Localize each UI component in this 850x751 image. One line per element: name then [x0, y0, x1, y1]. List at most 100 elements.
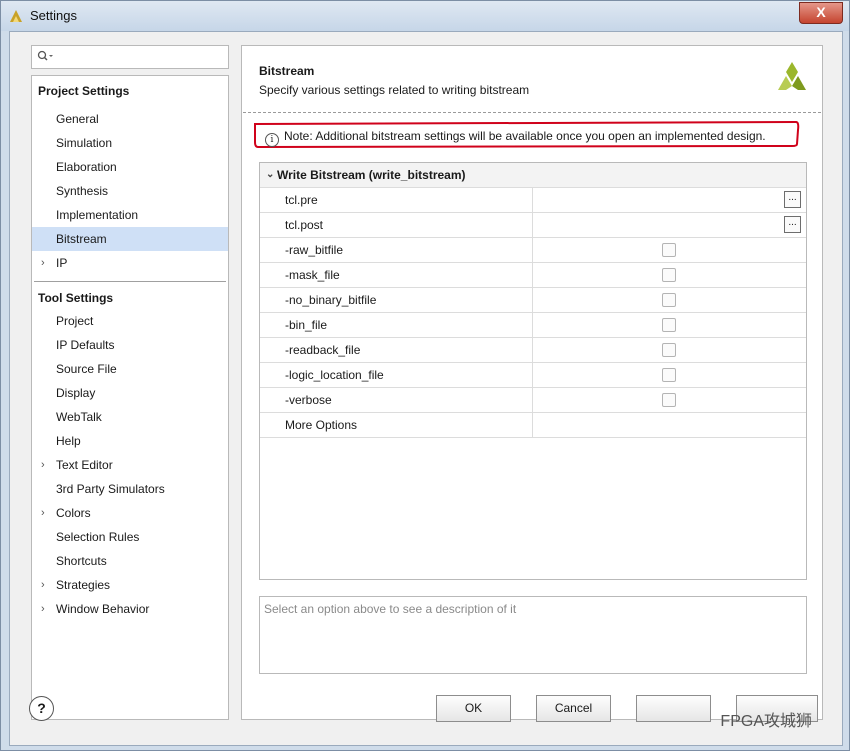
search-icon: [37, 50, 53, 61]
property-checkbox[interactable]: [662, 393, 676, 407]
property-name: tcl.pre: [285, 193, 318, 207]
property-name: -no_binary_bitfile: [285, 293, 377, 307]
property-row[interactable]: tcl.post...: [260, 213, 806, 238]
help-button[interactable]: ?: [29, 696, 54, 721]
cancel-button[interactable]: Cancel: [536, 695, 611, 722]
property-row[interactable]: -no_binary_bitfile: [260, 288, 806, 313]
group-label: Write Bitstream (write_bitstream): [277, 168, 466, 182]
sidebar-item-project[interactable]: Project: [32, 309, 228, 333]
sidebar-item-label: Simulation: [56, 136, 113, 150]
sidebar-item-label: General: [56, 112, 99, 126]
sidebar-item-colors[interactable]: › Colors: [32, 501, 228, 525]
property-name: -raw_bitfile: [285, 243, 344, 257]
property-checkbox[interactable]: [662, 343, 676, 357]
column-divider: [532, 238, 533, 263]
sidebar-item-bitstream[interactable]: Bitstream: [32, 227, 228, 251]
property-row[interactable]: tcl.pre...: [260, 188, 806, 213]
sidebar-item-text-editor[interactable]: › Text Editor: [32, 453, 228, 477]
column-divider: [532, 413, 533, 438]
close-button[interactable]: X: [799, 2, 843, 24]
chevron-right-icon[interactable]: ›: [41, 573, 45, 597]
sidebar-item-label: Strategies: [56, 578, 111, 592]
settings-category-tree: Project Settings General Simulation Elabora…: [31, 75, 229, 720]
apply-button[interactable]: [636, 695, 711, 722]
sidebar-item-label: Shortcuts: [56, 554, 107, 568]
column-divider: [532, 338, 533, 363]
property-name: -bin_file: [285, 318, 328, 332]
sidebar-item-help[interactable]: Help: [32, 429, 228, 453]
chevron-right-icon[interactable]: ›: [41, 251, 45, 275]
description-box: Select an option above to see a descript…: [259, 596, 807, 674]
property-row[interactable]: -bin_file: [260, 313, 806, 338]
implemented-design-note: i Note: Additional bitstream settings wil…: [265, 129, 766, 147]
sidebar-item-simulation[interactable]: Simulation: [32, 131, 228, 155]
sidebar-item-label: IP: [56, 256, 68, 270]
sidebar-item-ip[interactable]: › IP: [32, 251, 228, 275]
sidebar-item-label: Colors: [56, 506, 91, 520]
property-row[interactable]: More Options: [260, 413, 806, 438]
sidebar-item-implementation[interactable]: Implementation: [32, 203, 228, 227]
project-settings-heading: Project Settings: [38, 84, 130, 98]
sidebar-item-shortcuts[interactable]: Shortcuts: [32, 549, 228, 573]
property-row[interactable]: -mask_file: [260, 263, 806, 288]
sidebar-item-source-file[interactable]: Source File: [32, 357, 228, 381]
watermark-text: FPGA攻城狮: [720, 713, 812, 730]
info-icon: i: [265, 133, 279, 147]
sidebar-item-display[interactable]: Display: [32, 381, 228, 405]
chevron-right-icon[interactable]: ›: [41, 453, 45, 477]
sidebar-item-strategies[interactable]: › Strategies: [32, 573, 228, 597]
sidebar-item-ip-defaults[interactable]: IP Defaults: [32, 333, 228, 357]
column-divider: [532, 288, 533, 313]
property-name: -readback_file: [285, 343, 361, 357]
search-input[interactable]: [31, 45, 229, 69]
sidebar-item-general[interactable]: General: [32, 107, 228, 131]
vivado-app-icon: [10, 10, 22, 22]
property-checkbox[interactable]: [662, 243, 676, 257]
sidebar-item-3rd-party-simulators[interactable]: 3rd Party Simulators: [32, 477, 228, 501]
title-bar[interactable]: Settings X: [1, 1, 849, 31]
sidebar-item-synthesis[interactable]: Synthesis: [32, 179, 228, 203]
property-row[interactable]: -raw_bitfile: [260, 238, 806, 263]
property-checkbox[interactable]: [662, 318, 676, 332]
sidebar-item-webtalk[interactable]: WebTalk: [32, 405, 228, 429]
sidebar-item-selection-rules[interactable]: Selection Rules: [32, 525, 228, 549]
property-row[interactable]: -logic_location_file: [260, 363, 806, 388]
settings-content-panel: Bitstream Specify various settings relat…: [241, 45, 823, 720]
property-name: -logic_location_file: [285, 368, 384, 382]
browse-button[interactable]: ...: [784, 191, 801, 208]
property-name: -verbose: [285, 393, 332, 407]
sidebar-item-label: Text Editor: [56, 458, 113, 472]
header-separator: [243, 112, 821, 113]
property-name: tcl.post: [285, 218, 324, 232]
page-subtitle: Specify various settings related to writ…: [259, 83, 530, 97]
page-title: Bitstream: [259, 64, 315, 78]
column-divider: [532, 213, 533, 238]
chevron-right-icon[interactable]: ›: [41, 597, 45, 621]
sidebar-item-label: Project: [56, 314, 94, 328]
browse-button[interactable]: ...: [784, 216, 801, 233]
settings-window: Settings X Project Settings General Simula…: [0, 0, 850, 751]
property-checkbox[interactable]: [662, 368, 676, 382]
xilinx-logo-icon: [778, 62, 806, 90]
property-name: -mask_file: [285, 268, 340, 282]
chevron-right-icon[interactable]: ›: [41, 501, 45, 525]
column-divider: [532, 263, 533, 288]
sidebar-item-label: Implementation: [56, 208, 139, 222]
tool-settings-heading: Tool Settings: [38, 291, 114, 305]
sidebar-item-label: Window Behavior: [56, 602, 150, 616]
property-checkbox[interactable]: [662, 268, 676, 282]
property-row[interactable]: -readback_file: [260, 338, 806, 363]
dialog-body: Project Settings General Simulation Elabora…: [9, 31, 843, 746]
column-divider: [532, 313, 533, 338]
sidebar-item-label: Display: [56, 386, 96, 400]
sidebar-item-window-behavior[interactable]: › Window Behavior: [32, 597, 228, 621]
property-row[interactable]: -verbose: [260, 388, 806, 413]
ok-button[interactable]: OK: [436, 695, 511, 722]
property-checkbox[interactable]: [662, 293, 676, 307]
chevron-down-icon: ⌄: [266, 169, 275, 180]
write-bitstream-group-header[interactable]: ⌄ Write Bitstream (write_bitstream): [260, 163, 806, 188]
sidebar-item-elaboration[interactable]: Elaboration: [32, 155, 228, 179]
sidebar-item-label: IP Defaults: [56, 338, 115, 352]
sidebar-item-label: WebTalk: [56, 410, 102, 424]
window-title: Settings: [30, 8, 77, 23]
